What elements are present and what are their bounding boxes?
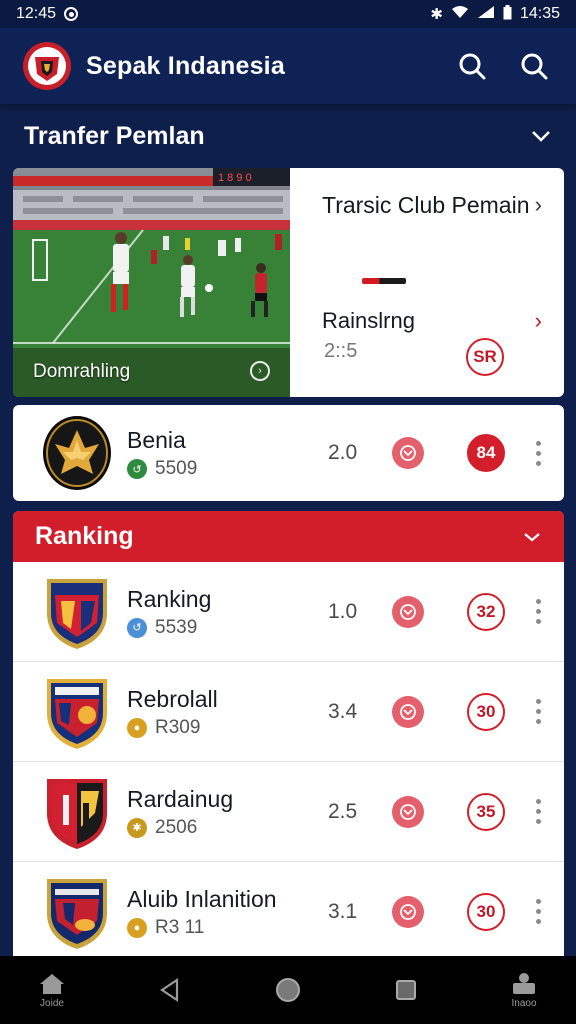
- team-name: Aluib Inlanition: [127, 885, 277, 912]
- team-card-benia[interactable]: Benia ↺ 5509 2.0 84: [13, 405, 564, 501]
- team-name: Rebrolall: [127, 685, 218, 712]
- status-time: 12:45: [16, 5, 57, 22]
- chevron-right-icon[interactable]: ›: [535, 192, 542, 218]
- transfer-section-title: Tranfer Pemlan: [24, 121, 205, 150]
- team-row[interactable]: Ranking ↺ 5539 1.0 32: [13, 562, 564, 662]
- team-status-icon: ↺: [127, 459, 147, 479]
- team-code: 5509: [155, 458, 198, 479]
- back-triangle-icon: [160, 977, 179, 1003]
- status-clock-right: 14:35: [519, 5, 560, 22]
- featured-score: 2::5: [324, 340, 358, 362]
- chevron-down-icon[interactable]: [522, 531, 542, 543]
- system-navigation-bar: Joide Inaoo: [0, 956, 576, 1024]
- nav-profile[interactable]: Inaoo: [496, 972, 552, 1009]
- team-name: Ranking: [127, 585, 212, 612]
- featured-info-panel[interactable]: Trarsic Club Pemain › Rainslrng › 2::5 S…: [290, 168, 564, 397]
- team-status-icon: ↺: [127, 617, 147, 638]
- team-crest-icon: [47, 578, 107, 649]
- team-crest-icon: [43, 416, 111, 490]
- team-crest-icon: [47, 778, 107, 849]
- search-button[interactable]: [450, 44, 494, 88]
- team-rank-badge: 32: [467, 592, 505, 631]
- nav-back[interactable]: [142, 977, 198, 1003]
- pin-icon[interactable]: [392, 437, 424, 469]
- profile-icon: [513, 972, 535, 994]
- signal-icon: [477, 5, 495, 23]
- ranking-header[interactable]: Ranking: [13, 511, 564, 562]
- nav-home-circle[interactable]: [260, 976, 316, 1004]
- team-status-icon: ●: [127, 717, 147, 738]
- ranking-title: Ranking: [35, 522, 134, 550]
- team-status-icon: ●: [127, 917, 147, 938]
- team-code: 2506: [155, 816, 198, 838]
- featured-badge: SR: [466, 338, 504, 376]
- notification-icon: [64, 7, 79, 21]
- home-circle-icon: [276, 978, 300, 1002]
- team-code: R309: [155, 716, 201, 738]
- chevron-right-circle-icon[interactable]: ›: [250, 361, 270, 381]
- pin-icon[interactable]: [392, 595, 424, 628]
- more-options-icon[interactable]: [534, 799, 542, 824]
- team-crest-icon: [47, 678, 107, 749]
- featured-transfer-card[interactable]: 1 8 9 0 Domrahling › Trarsic Club Pemain…: [13, 168, 564, 397]
- team-status-icon: ✱: [127, 817, 147, 838]
- transfer-section-header[interactable]: Tranfer Pemlan: [0, 104, 576, 168]
- team-rating: 3.1: [328, 899, 358, 923]
- search-icon: [521, 53, 548, 80]
- team-row[interactable]: Aluib Inlanition ● R3 11 3.1 30: [13, 862, 564, 956]
- wifi-icon: [451, 5, 469, 23]
- app-bar: Sepak Indanesia: [0, 28, 576, 104]
- nav-recents[interactable]: [378, 978, 434, 1002]
- more-options-icon[interactable]: [534, 599, 542, 624]
- club-color-stripe: [362, 278, 406, 284]
- app-title: Sepak Indanesia: [86, 51, 285, 80]
- chevron-right-icon[interactable]: ›: [535, 308, 542, 334]
- recents-square-icon: [396, 980, 416, 1000]
- team-rank-badge: 84: [467, 434, 505, 472]
- search-icon: [459, 53, 486, 80]
- more-options-icon[interactable]: [534, 899, 542, 924]
- team-rating: 2.0: [328, 441, 358, 464]
- team-rating: 2.5: [328, 799, 358, 823]
- team-rating: 3.4: [328, 699, 358, 723]
- nav-home-label: Joide: [40, 997, 64, 1009]
- team-name: Benia: [127, 427, 186, 453]
- team-rank-badge: 35: [467, 792, 505, 831]
- team-rank-badge: 30: [467, 892, 505, 931]
- team-code: 5539: [155, 616, 198, 638]
- pin-icon[interactable]: [392, 795, 424, 828]
- photo-caption: Domrahling: [33, 361, 131, 382]
- team-code: R3 11: [155, 916, 205, 938]
- chevron-down-icon[interactable]: [530, 129, 552, 143]
- battery-icon: [503, 4, 512, 24]
- nav-profile-label: Inaoo: [511, 997, 537, 1009]
- match-photo[interactable]: 1 8 9 0 Domrahling ›: [13, 168, 290, 397]
- team-row[interactable]: Benia ↺ 5509 2.0 84: [13, 405, 564, 501]
- app-logo-icon[interactable]: [22, 41, 72, 91]
- more-options-icon[interactable]: [534, 440, 542, 466]
- team-rank-badge: 30: [467, 692, 505, 731]
- team-row[interactable]: Rebrolall ● R309 3.4 30: [13, 662, 564, 762]
- ranking-section: Ranking Ranking ↺ 5539 1.0 32 Rebrolall …: [13, 511, 564, 956]
- featured-title: Trarsic Club Pemain: [322, 192, 530, 218]
- status-bar: 12:45 ✱ 14:35: [0, 0, 576, 28]
- bluetooth-icon: ✱: [430, 6, 443, 23]
- pin-icon[interactable]: [392, 895, 424, 928]
- search-button-secondary[interactable]: [512, 44, 556, 88]
- home-icon: [40, 973, 64, 994]
- team-row[interactable]: Rardainug ✱ 2506 2.5 35: [13, 762, 564, 862]
- team-rating: 1.0: [328, 599, 358, 623]
- team-crest-icon: [47, 878, 107, 949]
- pin-icon[interactable]: [392, 695, 424, 728]
- scoreboard-text: 1 8 9 0: [218, 172, 252, 184]
- more-options-icon[interactable]: [534, 699, 542, 724]
- nav-home[interactable]: Joide: [24, 972, 80, 1009]
- team-name: Rardainug: [127, 785, 234, 812]
- featured-subtitle: Rainslrng: [322, 308, 415, 333]
